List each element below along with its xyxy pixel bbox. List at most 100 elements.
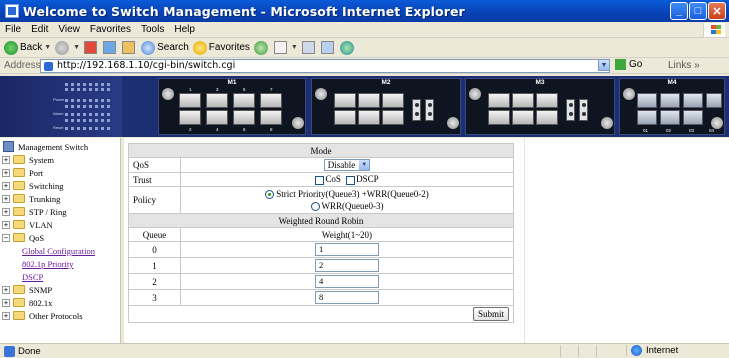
expand-icon[interactable]: +	[2, 168, 10, 177]
expand-icon[interactable]: +	[2, 285, 10, 294]
menu-help[interactable]: Help	[169, 24, 200, 35]
tree-link-global-configuration[interactable]: Global Configuration	[22, 244, 95, 257]
ethernet-port[interactable]	[179, 110, 201, 125]
expand-icon[interactable]: +	[2, 194, 10, 203]
collapse-icon[interactable]: −	[2, 233, 10, 242]
sfp-port[interactable]	[637, 110, 657, 125]
fiber-port[interactable]	[566, 99, 575, 121]
cos-checkbox[interactable]	[315, 175, 325, 185]
history-button[interactable]	[253, 40, 270, 55]
refresh-button[interactable]	[103, 41, 118, 54]
module-m4[interactable]: M4 01 02 03 04	[619, 78, 725, 135]
messenger-button[interactable]	[339, 40, 356, 55]
tree-item-system[interactable]: + System	[0, 153, 54, 166]
ethernet-port[interactable]	[233, 93, 255, 108]
ethernet-port[interactable]	[260, 93, 282, 108]
menu-tools[interactable]: Tools	[136, 24, 169, 35]
fiber-port[interactable]	[579, 99, 588, 121]
sfp-port[interactable]	[683, 93, 703, 108]
tree-item-port[interactable]: + Port	[0, 166, 43, 179]
ethernet-port[interactable]	[382, 110, 404, 125]
go-button[interactable]: Go	[615, 59, 642, 70]
print-button[interactable]	[301, 41, 317, 54]
edit-button[interactable]	[320, 41, 336, 54]
tree-item-vlan[interactable]: + VLAN	[0, 218, 53, 231]
ethernet-port[interactable]	[536, 110, 558, 125]
mail-button[interactable]: ▼	[273, 41, 298, 54]
fiber-port[interactable]	[425, 99, 434, 121]
dscp-checkbox[interactable]	[346, 175, 356, 185]
submit-button[interactable]: Submit	[472, 307, 509, 321]
tree-root[interactable]: Management Switch	[0, 140, 88, 153]
address-input[interactable]: http://192.168.1.10/cgi-bin/switch.cgi	[40, 59, 610, 73]
ethernet-port[interactable]	[488, 110, 510, 125]
home-button[interactable]	[122, 41, 137, 54]
module-m2[interactable]: M2	[311, 78, 461, 135]
address-dropdown-button[interactable]: ▼	[598, 59, 610, 71]
sfp-port[interactable]	[660, 110, 680, 125]
tree-item-switching[interactable]: + Switching	[0, 179, 63, 192]
ie-app-icon[interactable]	[5, 4, 19, 18]
ethernet-port[interactable]	[512, 110, 534, 125]
ethernet-port[interactable]	[358, 93, 380, 108]
weight-input[interactable]: 2	[315, 259, 379, 272]
tree-item-8021x[interactable]: +802.1x	[0, 296, 52, 309]
module-m3[interactable]: M3	[465, 78, 615, 135]
tree-item-qos[interactable]: − QoS	[0, 231, 44, 244]
policy-strict-radio[interactable]	[265, 190, 275, 200]
ethernet-port[interactable]	[334, 93, 356, 108]
expand-icon[interactable]: +	[2, 207, 10, 216]
weight-input[interactable]: 1	[315, 243, 379, 256]
expand-icon[interactable]: +	[2, 155, 10, 164]
sfp-port[interactable]	[706, 93, 722, 108]
links-button[interactable]: Links »	[668, 60, 700, 71]
close-button[interactable]: ✕	[708, 2, 726, 20]
qos-select[interactable]: Disable ▼	[323, 159, 371, 171]
tree-link-label[interactable]: DSCP	[22, 272, 43, 282]
module-m1[interactable]: M1 1 3 5 7 2 4 6 8	[158, 78, 306, 135]
minimize-button[interactable]: _	[670, 2, 688, 20]
sfp-port[interactable]	[660, 93, 680, 108]
fiber-port[interactable]	[412, 99, 421, 121]
expand-icon[interactable]: +	[2, 220, 10, 229]
menu-file[interactable]: File	[0, 24, 26, 35]
chevron-down-icon[interactable]: ▼	[291, 44, 298, 51]
stop-button[interactable]	[84, 41, 99, 54]
ethernet-port[interactable]	[358, 110, 380, 125]
maximize-button[interactable]: □	[689, 2, 707, 20]
ethernet-port[interactable]	[536, 93, 558, 108]
ethernet-port[interactable]	[179, 93, 201, 108]
weight-input[interactable]: 4	[315, 275, 379, 288]
ethernet-port[interactable]	[260, 110, 282, 125]
tree-item-stp-ring[interactable]: + STP / Ring	[0, 205, 66, 218]
tree-item-snmp[interactable]: + SNMP	[0, 283, 52, 296]
sfp-port[interactable]	[637, 93, 657, 108]
ethernet-port[interactable]	[233, 110, 255, 125]
tree-item-other-protocols[interactable]: + Other Protocols	[0, 309, 83, 322]
tree-link-label[interactable]: 802.1p Priority	[22, 259, 73, 269]
menu-favorites[interactable]: Favorites	[85, 24, 136, 35]
ethernet-port[interactable]	[512, 93, 534, 108]
weight-input[interactable]: 8	[315, 291, 379, 304]
expand-icon[interactable]: +	[2, 298, 10, 307]
expand-icon[interactable]: +	[2, 181, 10, 190]
chevron-down-icon[interactable]: ▼	[73, 44, 80, 51]
sfp-port[interactable]	[683, 110, 703, 125]
expand-icon[interactable]: +	[2, 311, 10, 320]
menu-edit[interactable]: Edit	[26, 24, 53, 35]
tree-link-label[interactable]: Global Configuration	[22, 246, 95, 256]
ethernet-port[interactable]	[206, 93, 228, 108]
tree-link-dscp[interactable]: DSCP	[22, 270, 43, 283]
tree-item-trunking[interactable]: + Trunking	[0, 192, 60, 205]
ethernet-port[interactable]	[206, 110, 228, 125]
tree-link-8021p-priority[interactable]: 802.1p Priority	[22, 257, 73, 270]
forward-button[interactable]: ▼	[55, 40, 80, 55]
ethernet-port[interactable]	[334, 110, 356, 125]
chevron-down-icon[interactable]: ▼	[359, 160, 370, 170]
ethernet-port[interactable]	[382, 93, 404, 108]
favorites-button[interactable]: Favorites	[192, 40, 250, 55]
policy-wrr-radio[interactable]	[310, 202, 320, 212]
ethernet-port[interactable]	[488, 93, 510, 108]
menu-view[interactable]: View	[53, 24, 85, 35]
back-button[interactable]: Back ▼	[4, 40, 51, 55]
